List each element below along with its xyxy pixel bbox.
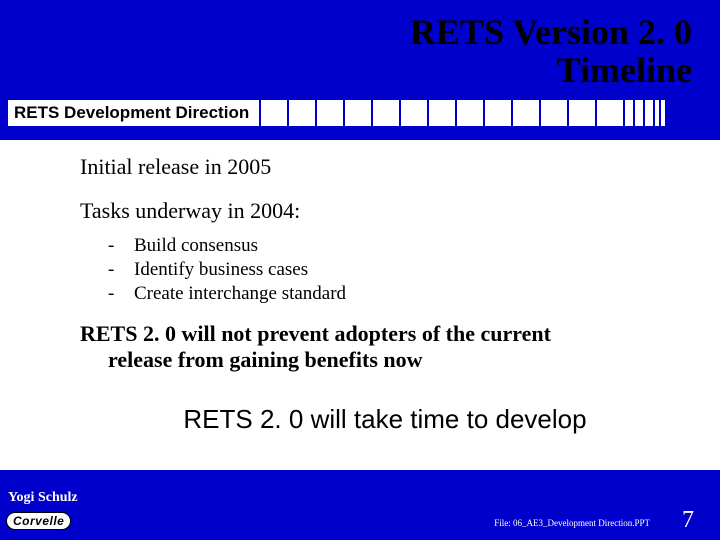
bullet-dash-icon: - <box>108 258 134 282</box>
list-item-label: Build consensus <box>134 234 258 258</box>
bullet-benefits: RETS 2. 0 will not prevent adopters of t… <box>80 321 690 372</box>
decorative-stripes <box>261 100 667 126</box>
list-item: -Identify business cases <box>108 258 690 282</box>
bullet-dash-icon: - <box>108 234 134 258</box>
bullet-dash-icon: - <box>108 282 134 306</box>
subtitle-bar: RETS Development Direction <box>8 100 667 126</box>
list-item: -Create interchange standard <box>108 282 690 306</box>
bullet-benefits-line1: RETS 2. 0 will not prevent adopters of t… <box>80 321 551 346</box>
bullet-benefits-line2: release from gaining benefits now <box>80 347 650 372</box>
content-area: Initial release in 2005 Tasks underway i… <box>0 140 720 470</box>
task-sublist: -Build consensus -Identify business case… <box>108 234 690 305</box>
page-number: 7 <box>682 507 694 534</box>
slide-title: RETS Version 2. 0 Timeline <box>0 14 692 90</box>
bullet-tasks: Tasks underway in 2004: <box>80 198 690 224</box>
list-item-label: Create interchange standard <box>134 282 346 306</box>
title-line-2: Timeline <box>0 52 692 90</box>
list-item-label: Identify business cases <box>134 258 308 282</box>
title-line-1: RETS Version 2. 0 <box>0 14 692 52</box>
bullet-initial-release: Initial release in 2005 <box>80 154 690 180</box>
subtitle-text: RETS Development Direction <box>8 100 259 126</box>
company-logo: Corvelle <box>6 512 71 530</box>
author-name: Yogi Schulz <box>8 490 78 506</box>
callout-text: RETS 2. 0 will take time to develop <box>80 404 690 435</box>
file-label: File: 06_AE3_Development Direction.PPT <box>494 518 650 528</box>
list-item: -Build consensus <box>108 234 690 258</box>
